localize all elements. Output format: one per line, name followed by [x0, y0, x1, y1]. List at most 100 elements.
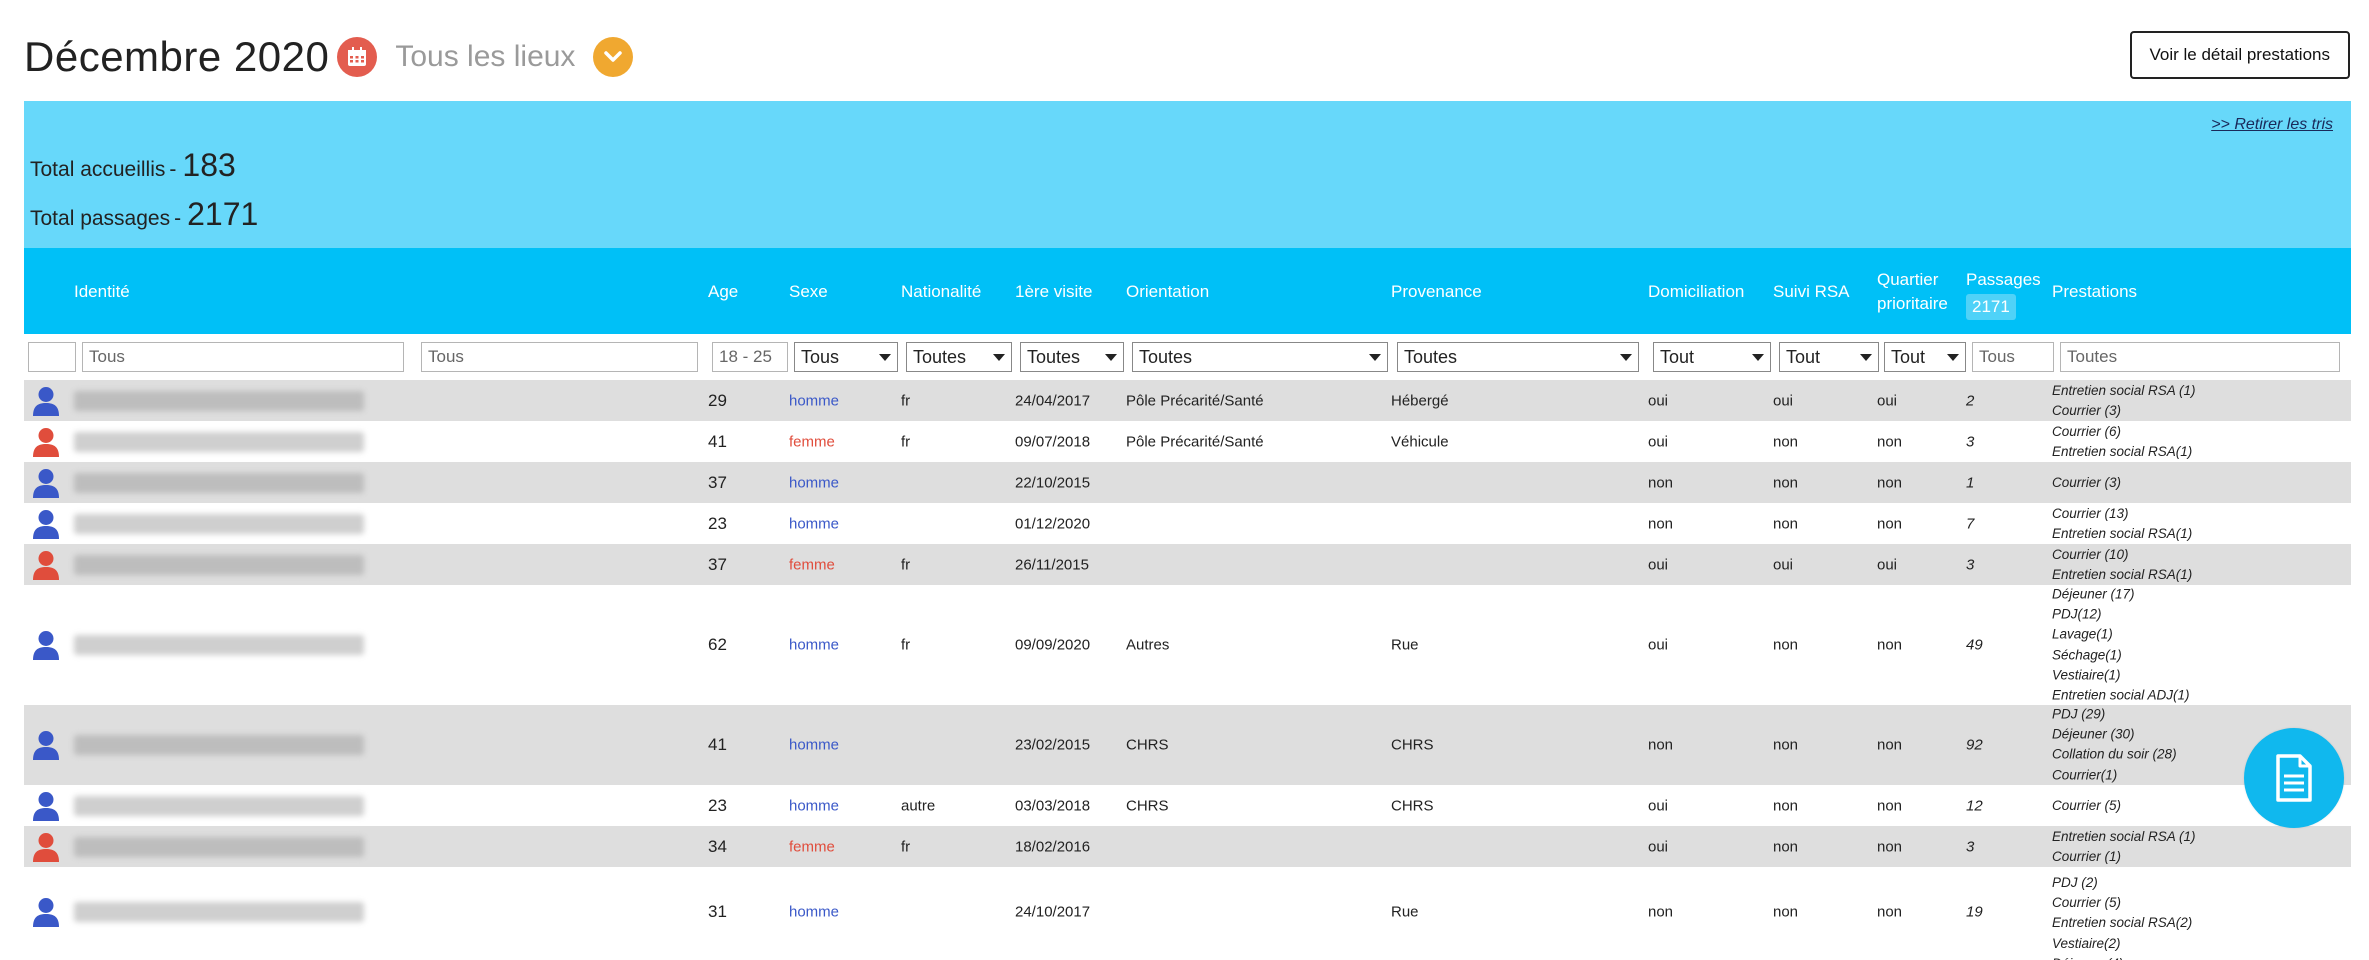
summary-panel: >> Retirer les tris Total accueillis - 1… — [24, 101, 2351, 248]
domiciliation-filter-select[interactable]: Tout — [1653, 342, 1771, 372]
chevron-down-icon — [604, 51, 623, 62]
export-document-button[interactable] — [2244, 728, 2344, 828]
sexe-filter-select[interactable]: Tous — [794, 342, 898, 372]
col-quartier-prioritaire[interactable]: Quartier prioritaire — [1877, 268, 1948, 316]
col-prestations[interactable]: Prestations — [2052, 282, 2137, 302]
quartier-filter-select[interactable]: Tout — [1884, 342, 1966, 372]
cell-prestations: PDJ (2) Courrier (5) Entretien social RSA(… — [2052, 873, 2192, 960]
nationalite-filter-select[interactable]: Toutes — [906, 342, 1012, 372]
cell-sexe: homme — [789, 797, 840, 814]
calendar-icon — [348, 47, 367, 66]
cell-orientation: CHRS — [1126, 736, 1169, 754]
cell-sexe: femme — [789, 433, 835, 450]
col-provenance[interactable]: Provenance — [1391, 282, 1482, 302]
col-suivi-rsa[interactable]: Suivi RSA — [1773, 282, 1850, 302]
nom-filter-input[interactable]: Tous — [82, 342, 404, 372]
dropdown-arrow-icon — [1105, 353, 1117, 361]
calendar-button[interactable] — [337, 37, 378, 77]
col-domiciliation[interactable]: Domiciliation — [1648, 282, 1744, 302]
prestation-item: PDJ(12) — [2052, 606, 2102, 622]
table-row[interactable]: 23 homme autre 03/03/2018 CHRS CHRS oui non non 1… — [24, 785, 2351, 826]
prestation-item: Entretien social RSA (1) — [2052, 828, 2196, 844]
cell-identite-blurred[interactable] — [74, 431, 364, 452]
cell-identite-blurred[interactable] — [74, 472, 364, 493]
cell-premiere-visite: 26/11/2015 — [1015, 556, 1089, 573]
quartier-filter-value: Tout — [1891, 346, 1926, 367]
cell-premiere-visite: 03/03/2018 — [1015, 797, 1091, 814]
cell-passages: 2 — [1966, 392, 1975, 409]
col-identite[interactable]: Identité — [74, 282, 130, 302]
dropdown-arrow-icon — [879, 353, 891, 361]
orientation-filter-select[interactable]: Toutes — [1132, 342, 1388, 372]
prestation-item: Entretien social RSA (1) — [2052, 382, 2196, 398]
col-premiere-visite[interactable]: 1ère visite — [1015, 282, 1092, 302]
retirer-tris-link[interactable]: >> Retirer les tris — [2211, 116, 2333, 134]
table-row[interactable]: 62 homme fr 09/09/2020 Autres Rue oui non non 49 D… — [24, 585, 2351, 705]
cell-suivi-rsa: non — [1773, 433, 1799, 450]
user-avatar-icon — [32, 832, 60, 862]
cell-suivi-rsa: non — [1773, 515, 1799, 532]
cell-passages: 3 — [1966, 838, 1975, 855]
prestation-item: Entretien social RSA(2) — [2052, 915, 2193, 931]
cell-domiciliation: oui — [1648, 433, 1669, 450]
location-filter-label[interactable]: Tous les lieux — [395, 40, 575, 74]
table-row[interactable]: 34 femme fr 18/02/2016 oui non non 3 Entretien s… — [24, 826, 2351, 867]
table-row[interactable]: 41 homme 23/02/2015 CHRS CHRS non non non 92 PDJ … — [24, 705, 2351, 785]
col-nationalite[interactable]: Nationalité — [901, 282, 981, 302]
cell-domiciliation: oui — [1648, 636, 1669, 654]
table-row[interactable]: 37 homme 22/10/2015 non non non 1 Courrier (3) — [24, 462, 2351, 503]
sexe-filter-value: Tous — [801, 346, 840, 367]
cell-domiciliation: non — [1648, 903, 1674, 921]
dropdown-arrow-icon — [1369, 353, 1381, 361]
select-all-filter[interactable] — [28, 342, 76, 372]
location-dropdown-button[interactable] — [593, 37, 634, 77]
col-orientation[interactable]: Orientation — [1126, 282, 1209, 302]
cell-quartier: oui — [1877, 556, 1898, 573]
cell-prestations: PDJ (29) Déjeuner (30) Collation du soir (… — [2052, 705, 2177, 786]
cell-premiere-visite: 01/12/2020 — [1015, 515, 1091, 532]
prestations-filter-input[interactable]: Toutes — [2060, 342, 2340, 372]
cell-sexe: homme — [789, 636, 840, 654]
cell-passages: 12 — [1966, 797, 1983, 814]
table-row[interactable]: 31 homme 24/10/2017 Rue non non non 19 PDJ (2) Co… — [24, 867, 2351, 960]
cell-provenance: CHRS — [1391, 797, 1434, 814]
cell-prestations: Courrier (6) Entretien social RSA(1) — [2052, 421, 2192, 461]
cell-premiere-visite: 23/02/2015 — [1015, 736, 1091, 754]
col-passages[interactable]: Passages 2171 — [1966, 268, 2041, 320]
user-avatar-icon — [32, 730, 60, 760]
user-avatar-icon — [32, 550, 60, 580]
provenance-filter-select[interactable]: Toutes — [1397, 342, 1639, 372]
total-passages-value: 2171 — [187, 196, 259, 232]
page-title: Décembre 2020 — [24, 33, 330, 80]
cell-identite-blurred[interactable] — [74, 390, 364, 411]
col-sexe[interactable]: Sexe — [789, 282, 828, 302]
table-row[interactable]: 41 femme fr 09/07/2018 Pôle Précarité/Santé V… — [24, 421, 2351, 462]
prestation-item: Courrier (6) — [2052, 423, 2122, 439]
cell-orientation: Pôle Précarité/Santé — [1126, 392, 1264, 409]
cell-suivi-rsa: non — [1773, 636, 1799, 654]
cell-identite-blurred[interactable] — [74, 635, 364, 655]
visite-filter-value: Toutes — [1027, 346, 1081, 367]
visite-filter-select[interactable]: Toutes — [1020, 342, 1124, 372]
detail-prestations-button[interactable]: Voir le détail prestations — [2129, 31, 2350, 79]
cell-identite-blurred[interactable] — [74, 554, 364, 575]
table-row[interactable]: 37 femme fr 26/11/2015 oui oui oui 3 Courrier (1… — [24, 544, 2351, 585]
cell-quartier: non — [1877, 474, 1903, 491]
col-age[interactable]: Age — [708, 282, 738, 302]
prenom-filter-input[interactable]: Tous — [421, 342, 698, 372]
table-row[interactable]: 29 homme fr 24/04/2017 Pôle Précarité/Santé H… — [24, 380, 2351, 421]
cell-orientation: Pôle Précarité/Santé — [1126, 433, 1264, 450]
prestation-item: Déjeuner (17) — [2052, 586, 2135, 602]
cell-identite-blurred[interactable] — [74, 836, 364, 857]
user-avatar-icon — [32, 630, 60, 660]
cell-identite-blurred[interactable] — [74, 513, 364, 534]
passages-filter-input[interactable]: Tous — [1972, 342, 2054, 372]
table-row[interactable]: 23 homme 01/12/2020 non non non 7 Courrier (13)… — [24, 503, 2351, 544]
rsa-filter-select[interactable]: Tout — [1779, 342, 1879, 372]
age-filter-input[interactable]: 18 - 25 — [712, 342, 788, 372]
cell-identite-blurred[interactable] — [74, 795, 364, 816]
rsa-filter-value: Tout — [1786, 346, 1821, 367]
cell-identite-blurred[interactable] — [74, 735, 364, 755]
prestation-item: Courrier (5) — [2052, 895, 2122, 911]
cell-identite-blurred[interactable] — [74, 902, 364, 922]
